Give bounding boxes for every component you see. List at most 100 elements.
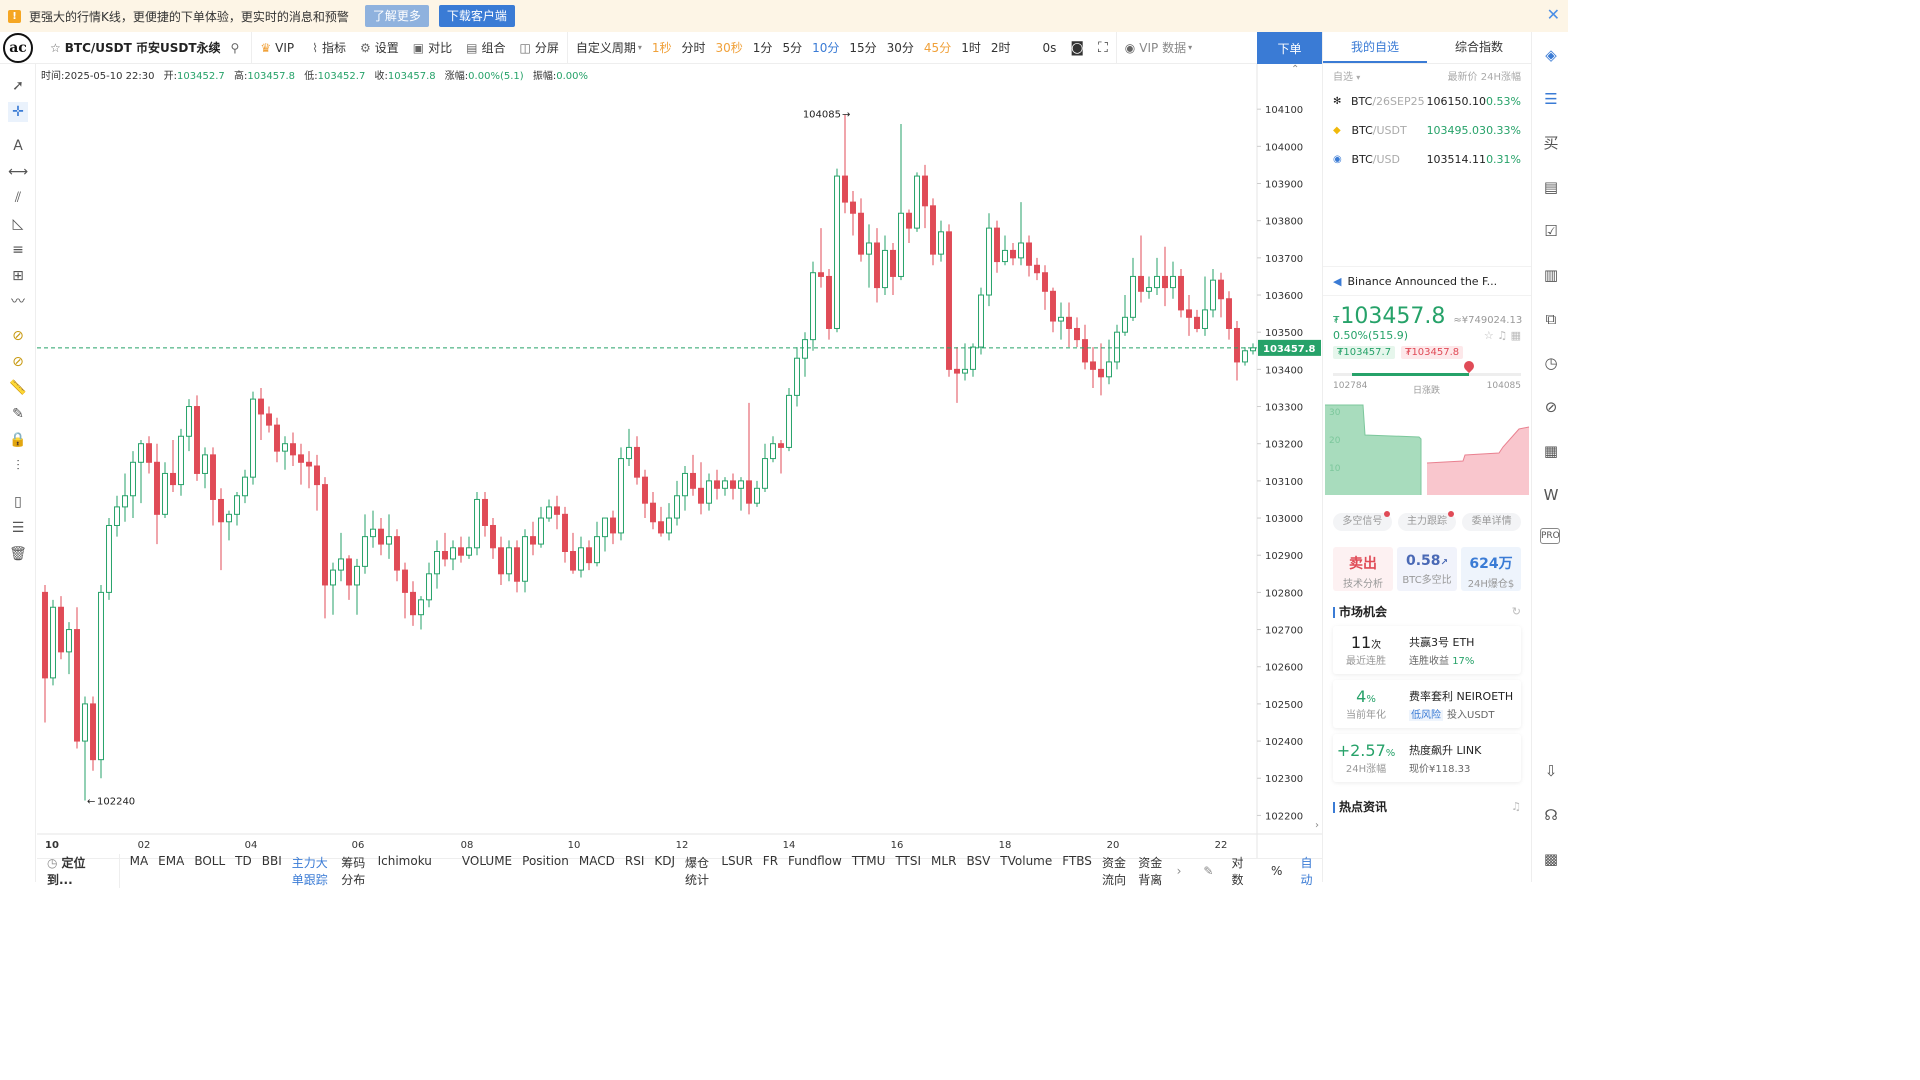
- combine-button[interactable]: ▤ 组合: [466, 39, 505, 56]
- auto-scale-toggle[interactable]: 自动: [1300, 854, 1322, 888]
- indicator-option[interactable]: FR: [763, 854, 778, 888]
- indicator-option[interactable]: TTMU: [852, 854, 886, 888]
- indicator-option[interactable]: FTBS: [1062, 854, 1092, 888]
- indicator-option[interactable]: TD: [235, 854, 252, 888]
- lock-icon[interactable]: 🔒: [8, 430, 28, 450]
- wave-tool-icon[interactable]: 〰: [8, 292, 28, 312]
- percent-scale-toggle[interactable]: %: [1271, 864, 1282, 878]
- indicator-option[interactable]: BBI: [262, 854, 282, 888]
- indicator-option[interactable]: 爆仓统计: [685, 854, 711, 888]
- period-option[interactable]: 2时: [991, 39, 1011, 56]
- trash-icon[interactable]: 🗑: [8, 544, 28, 564]
- magnet-icon[interactable]: ⫶: [8, 456, 28, 476]
- period-option[interactable]: 15分: [849, 39, 876, 56]
- ruler-icon[interactable]: 📏: [8, 378, 28, 398]
- tab-composite-index[interactable]: 综合指数: [1427, 32, 1531, 63]
- indicator-option[interactable]: 资金流向: [1102, 854, 1128, 888]
- compass2-icon[interactable]: ⊘: [1540, 396, 1562, 418]
- log-scale-toggle[interactable]: 对数: [1231, 854, 1253, 888]
- compass-icon[interactable]: ◈: [1540, 44, 1562, 66]
- opportunity-card[interactable]: +2.57% 24H涨幅 热度飙升 LINK 现价¥118.33: [1333, 734, 1521, 782]
- candlestick-chart[interactable]: 104100 104000 103900 103800 103700 103600 1035…: [37, 64, 1322, 858]
- star-icon[interactable]: ☆: [1484, 329, 1494, 342]
- indicator-option[interactable]: TVolume: [1000, 854, 1052, 888]
- alert-icon[interactable]: ☑: [1540, 220, 1562, 242]
- buy-icon[interactable]: 买: [1540, 132, 1562, 154]
- bar-chart-icon[interactable]: ▥: [1540, 264, 1562, 286]
- kline-chart[interactable]: 104100 104000 103900 103800 103700 103600 1035…: [37, 64, 1322, 882]
- chevron-right-icon[interactable]: ›: [1177, 864, 1182, 878]
- vip-button[interactable]: ♛ VIP: [260, 41, 294, 55]
- indicator-option[interactable]: VOLUME: [462, 854, 512, 888]
- main-force-pill[interactable]: 主力跟踪: [1397, 511, 1457, 531]
- grid-tool-icon[interactable]: ⊞: [8, 266, 28, 286]
- period-option[interactable]: 30分: [887, 39, 914, 56]
- wallet-icon[interactable]: W: [1540, 484, 1562, 506]
- indicators-button[interactable]: ⌇ 指标: [312, 39, 346, 56]
- watchlist-filter[interactable]: 自选 ▾: [1333, 68, 1360, 83]
- indicator-option[interactable]: TTSI: [895, 854, 921, 888]
- locate-to-button[interactable]: ◷ 定位到...: [37, 853, 120, 888]
- long-short-signal-pill[interactable]: 多空信号: [1333, 511, 1392, 531]
- download-client-button[interactable]: 下载客户端: [438, 5, 515, 27]
- edit-list-icon[interactable]: ☰: [8, 518, 28, 538]
- line-tool-icon[interactable]: ⟷: [8, 162, 28, 182]
- calculator-icon[interactable]: ▦: [1511, 329, 1521, 342]
- qrcode-icon[interactable]: ▩: [1540, 848, 1562, 870]
- fib-tool-icon[interactable]: ≡: [8, 240, 28, 260]
- indicator-option[interactable]: Ichimoku: [378, 854, 432, 888]
- indicator-option[interactable]: 主力大单跟踪: [292, 854, 332, 888]
- indicator-option[interactable]: BSV: [966, 854, 990, 888]
- history-icon[interactable]: ◷: [1540, 352, 1562, 374]
- pattern2-tool-icon[interactable]: ⊘: [8, 352, 28, 372]
- symbol-selector[interactable]: ☆ BTC/USDT 币安USDT永续 ⚲: [50, 39, 243, 56]
- learn-more-button[interactable]: 了解更多: [364, 5, 429, 27]
- liquidation-card[interactable]: 624万 24H爆仓$: [1461, 547, 1521, 591]
- order-detail-pill[interactable]: 委单详情: [1462, 513, 1522, 531]
- headset-icon[interactable]: ☊: [1540, 804, 1562, 826]
- channel-tool-icon[interactable]: ⫽: [8, 188, 28, 208]
- period-option[interactable]: 30秒: [716, 39, 743, 56]
- period-option[interactable]: 45分: [924, 39, 951, 56]
- book-icon[interactable]: ▦: [1540, 440, 1562, 462]
- indicator-option[interactable]: 资金背离: [1138, 854, 1164, 888]
- split-screen-button[interactable]: ◫ 分屏: [519, 39, 558, 56]
- period-option[interactable]: 1时: [961, 39, 981, 56]
- news-icon[interactable]: ▤: [1540, 176, 1562, 198]
- bell-icon[interactable]: ♫: [1511, 800, 1521, 813]
- download-icon[interactable]: ⇩: [1540, 760, 1562, 782]
- settings-button[interactable]: ⚙ 设置: [360, 39, 399, 56]
- cursor-icon[interactable]: ➚: [8, 76, 28, 96]
- period-option[interactable]: 1秒: [652, 39, 672, 56]
- opportunity-card[interactable]: 11次 最近连胜 共赢3号 ETH 连胜收益 17%: [1333, 626, 1521, 674]
- pattern-tool-icon[interactable]: ⊘: [8, 326, 28, 346]
- indicator-option[interactable]: EMA: [158, 854, 184, 888]
- indicator-option[interactable]: LSUR: [721, 854, 752, 888]
- bookmark-icon[interactable]: ▯: [8, 492, 28, 512]
- tab-my-watchlist[interactable]: 我的自选: [1323, 32, 1427, 63]
- star-icon[interactable]: ☆: [50, 41, 61, 55]
- indicator-option[interactable]: MA: [130, 854, 149, 888]
- period-option[interactable]: 1分: [753, 39, 773, 56]
- close-icon[interactable]: ✕: [1547, 7, 1560, 23]
- crosshair-icon[interactable]: ✛: [8, 102, 28, 122]
- pro-icon[interactable]: PRO: [1540, 528, 1560, 544]
- vip-data-dropdown[interactable]: ◉ VIP 数据 ▾: [1125, 39, 1192, 56]
- watchlist-icon[interactable]: ☰: [1540, 88, 1562, 110]
- watchlist-row[interactable]: ◉ BTC/USD 103514.11 0.31%: [1323, 145, 1531, 174]
- period-option[interactable]: 5分: [782, 39, 802, 56]
- bell-icon[interactable]: ♫: [1497, 329, 1507, 342]
- indicator-option[interactable]: RSI: [625, 854, 645, 888]
- indicator-option[interactable]: KDJ: [654, 854, 675, 888]
- opportunity-card[interactable]: 4% 当前年化 费率套利 NEIROETH 低风险 投入USDT: [1333, 680, 1521, 728]
- technical-analysis-card[interactable]: 卖出 技术分析: [1333, 547, 1393, 591]
- brush-icon[interactable]: ✎: [8, 404, 28, 424]
- refresh-icon[interactable]: ↻: [1512, 605, 1521, 618]
- indicator-option[interactable]: 筹码分布: [341, 854, 367, 888]
- indicator-option[interactable]: BOLL: [194, 854, 225, 888]
- triangle-tool-icon[interactable]: ◺: [8, 214, 28, 234]
- indicator-option[interactable]: Position: [522, 854, 569, 888]
- period-option[interactable]: 分时: [682, 39, 706, 56]
- long-short-ratio-card[interactable]: 0.58↗ BTC多空比: [1397, 547, 1457, 591]
- indicator-option[interactable]: MACD: [579, 854, 615, 888]
